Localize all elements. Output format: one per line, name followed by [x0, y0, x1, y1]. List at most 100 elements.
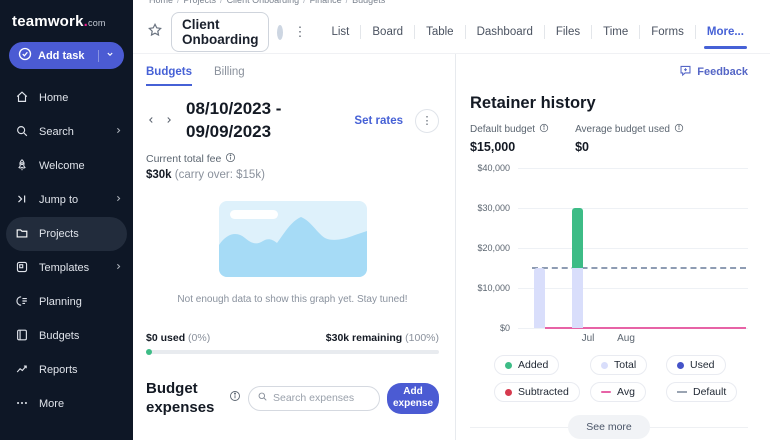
- x-axis-labels: Jul Aug: [566, 329, 748, 345]
- placeholder-title-bar: [230, 210, 278, 219]
- default-marker-icon: [677, 391, 687, 393]
- info-icon[interactable]: [229, 389, 241, 407]
- y-tick: $20,000: [470, 243, 510, 253]
- breadcrumb-project[interactable]: Client Onboarding: [227, 0, 300, 5]
- sidebar-item-projects[interactable]: Projects: [6, 217, 127, 251]
- y-tick: $40,000: [470, 163, 510, 173]
- check-circle-icon: [18, 47, 32, 64]
- default-budget-stat: Default budget $15,000: [470, 123, 549, 154]
- budget-usage-row: $0 used (0%) $30k remaining (100%): [146, 332, 439, 344]
- fee-label-text: Current total fee: [146, 153, 221, 165]
- retainer-panel: Feedback Retainer history Default budget…: [455, 54, 770, 440]
- see-more-row: See more: [470, 415, 748, 439]
- sidebar-item-label: Home: [39, 92, 68, 104]
- chevron-right-icon: [114, 262, 123, 274]
- subtab-billing[interactable]: Billing: [214, 66, 245, 86]
- tab-dashboard[interactable]: Dashboard: [466, 18, 544, 47]
- breadcrumb-finance[interactable]: Finance: [310, 0, 342, 5]
- subtab-budgets[interactable]: Budgets: [146, 66, 192, 86]
- chevron-left-icon[interactable]: [146, 112, 156, 130]
- chevron-right-icon: [114, 194, 123, 206]
- legend-label: Default: [693, 386, 726, 398]
- tab-files[interactable]: Files: [545, 18, 591, 47]
- sidebar-item-label: Planning: [39, 296, 82, 308]
- tab-time[interactable]: Time: [592, 18, 639, 47]
- rocket-icon: [15, 158, 29, 175]
- sidebar-item-label: More: [39, 398, 64, 410]
- budget-panel: Budgets Billing 08/10/2023 - 09/09/2023 …: [133, 54, 455, 440]
- main-area: Home/Projects/Client Onboarding/Finance/…: [133, 0, 770, 440]
- sidebar-item-jump-to[interactable]: Jump to: [0, 183, 133, 217]
- bar-jul[interactable]: [534, 268, 545, 328]
- sidebar-item-budgets[interactable]: Budgets: [0, 319, 133, 353]
- see-more-button[interactable]: See more: [568, 415, 650, 439]
- folder-icon: [15, 226, 29, 243]
- project-kebab-icon[interactable]: ⋮: [291, 24, 308, 40]
- budget-date-range: 08/10/2023 - 09/09/2023: [186, 98, 346, 144]
- sidebar-item-label: Jump to: [39, 194, 78, 206]
- period-nav: [146, 112, 186, 130]
- avg-budget-stat: Average budget used $0: [575, 123, 684, 154]
- legend-total[interactable]: Total: [590, 355, 647, 375]
- sidebar-item-templates[interactable]: Templates: [0, 251, 133, 285]
- sidebar-item-planning[interactable]: Planning: [0, 285, 133, 319]
- sidebar-item-welcome[interactable]: Welcome: [0, 149, 133, 183]
- tab-board[interactable]: Board: [361, 18, 414, 47]
- bar-aug[interactable]: [572, 208, 583, 328]
- legend-default[interactable]: Default: [666, 382, 737, 402]
- teamwork-logo[interactable]: teamwork.com: [0, 0, 133, 36]
- sidebar-item-label: Welcome: [39, 160, 85, 172]
- breadcrumb-projects[interactable]: Projects: [184, 0, 217, 5]
- project-health-ring-icon[interactable]: [277, 25, 283, 40]
- content: Budgets Billing 08/10/2023 - 09/09/2023 …: [133, 54, 770, 440]
- chevron-right-icon[interactable]: [164, 112, 174, 130]
- budget-expenses-section: Budget expenses Add expense: [146, 379, 439, 418]
- legend-label: Added: [518, 359, 548, 371]
- project-name-field[interactable]: Client Onboarding: [171, 12, 269, 52]
- legend-label: Total: [614, 359, 636, 371]
- tab-forms[interactable]: Forms: [640, 18, 695, 47]
- add-task-button[interactable]: Add task: [9, 42, 124, 69]
- tab-table[interactable]: Table: [415, 18, 465, 47]
- placeholder-wave-graphic: [219, 215, 367, 277]
- star-icon[interactable]: [147, 22, 163, 43]
- legend-label: Avg: [617, 386, 635, 398]
- budget-period-row: 08/10/2023 - 09/09/2023 Set rates ⋮: [146, 98, 439, 144]
- used-amount: $0 used (0%): [146, 332, 210, 344]
- project-tabs: List Board Table Dashboard Files Time Fo…: [320, 18, 754, 47]
- jump-to-icon: [15, 192, 29, 209]
- sidebar-item-more[interactable]: More: [0, 387, 133, 421]
- expenses-search[interactable]: [248, 386, 380, 411]
- legend-label: Used: [690, 359, 715, 371]
- tab-more[interactable]: More...: [696, 18, 755, 47]
- breadcrumb-home[interactable]: Home: [149, 0, 173, 5]
- add-expense-button[interactable]: Add expense: [387, 383, 439, 414]
- x-tick: Jul: [582, 333, 595, 344]
- breadcrumb-budgets[interactable]: Budgets: [352, 0, 385, 5]
- legend-added[interactable]: Added: [494, 355, 559, 375]
- legend-avg[interactable]: Avg: [590, 382, 646, 402]
- info-icon[interactable]: [539, 123, 549, 136]
- templates-icon: [15, 260, 29, 277]
- feedback-label: Feedback: [697, 66, 748, 78]
- default-budget-value: $15,000: [470, 140, 549, 154]
- budget-kebab-button[interactable]: ⋮: [415, 109, 439, 133]
- set-rates-button[interactable]: Set rates: [354, 115, 403, 127]
- current-total-fee-label: Current total fee: [146, 152, 439, 166]
- current-total-fee-value: $30k (carry over: $15k): [146, 169, 439, 181]
- info-icon[interactable]: [674, 123, 684, 136]
- expenses-search-input[interactable]: [273, 392, 371, 404]
- default-budget-dashed-line: [532, 267, 746, 269]
- feedback-button[interactable]: Feedback: [470, 64, 748, 80]
- sidebar-item-search[interactable]: Search: [0, 115, 133, 149]
- remaining-percent: (100%): [405, 332, 439, 344]
- sidebar-item-home[interactable]: Home: [0, 81, 133, 115]
- sidebar-item-label: Search: [39, 126, 74, 138]
- tab-list[interactable]: List: [320, 18, 360, 47]
- chevron-down-icon[interactable]: [105, 49, 115, 62]
- project-topbar: Home/Projects/Client Onboarding/Finance/…: [133, 0, 770, 54]
- legend-used[interactable]: Used: [666, 355, 726, 375]
- sidebar-item-reports[interactable]: Reports: [0, 353, 133, 387]
- info-icon[interactable]: [225, 152, 236, 166]
- legend-subtracted[interactable]: Subtracted: [494, 382, 580, 402]
